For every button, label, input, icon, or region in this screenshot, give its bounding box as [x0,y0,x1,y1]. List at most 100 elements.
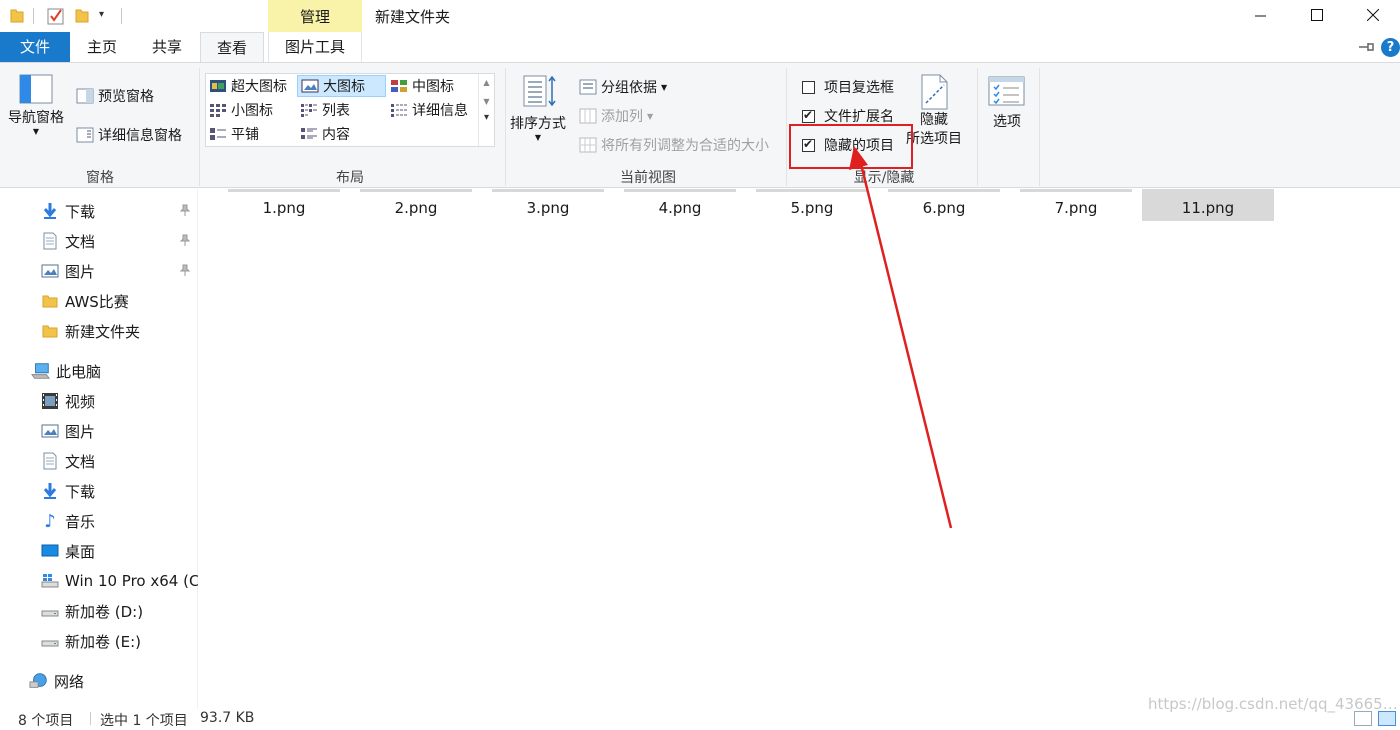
nav-item-this-pc[interactable]: 此电脑 [0,357,198,385]
document-icon [40,232,60,250]
file-item[interactable]: 11.png [1142,189,1274,221]
file-extensions-label: 文件扩展名 [824,109,894,125]
nav-item-quick-3[interactable]: AWS比赛 [0,287,198,315]
extra-large-icons-icon [210,80,226,92]
item-checkboxes-toggle[interactable]: 项目复选框 [802,77,894,97]
divider [33,8,34,24]
tab-share[interactable]: 共享 [137,32,197,62]
list-view-icon [301,104,317,117]
file-item[interactable]: 4.png [614,189,746,221]
chevron-down-icon: ▼ [534,133,542,142]
tab-home[interactable]: 主页 [72,32,132,62]
tab-file[interactable]: 文件 [0,32,70,62]
nav-pane-button[interactable]: 导航窗格 ▼ [8,73,64,136]
nav-item-label: 网络 [54,672,85,691]
nav-item-pc-4[interactable]: ♪ 音乐 [0,507,198,535]
layout-large-icons[interactable]: 大图标 [297,75,386,97]
group-label-current-view: 当前视图 [620,170,676,186]
preview-pane-button[interactable]: 预览窗格 [76,86,154,106]
details-view-icon [391,104,407,117]
maximize-button[interactable] [1294,0,1340,30]
large-icons-view-toggle-icon[interactable] [1378,711,1396,726]
size-columns-icon [579,137,597,153]
nav-item-pc-0[interactable]: 视频 [0,387,198,415]
item-checkboxes-checkbox[interactable] [802,80,815,94]
layout-small-icons[interactable]: 小图标 [206,99,296,121]
details-pane-icon [76,127,94,143]
sort-by-button[interactable]: 排序方式 ▼ [510,73,566,142]
scroll-down-icon[interactable]: ▼ [479,97,494,106]
file-item[interactable]: 5.png [746,189,878,221]
group-label-layout: 布局 [336,170,364,186]
tab-manage[interactable]: 管理 [268,0,362,32]
close-button[interactable] [1350,0,1396,30]
group-label-show-hide: 显示/隐藏 [853,170,915,186]
nav-item-pc-2[interactable]: 文档 [0,447,198,475]
layout-details[interactable]: 详细信息 [387,99,477,121]
nav-item-label: 文档 [65,232,96,251]
nav-item-pc-5[interactable]: 桌面 [0,537,198,565]
add-column-label: 添加列 [601,109,643,125]
nav-item-network[interactable]: 网络 [0,667,198,695]
folder-icon[interactable] [10,7,24,27]
properties-checkmark-icon[interactable] [47,7,65,29]
group-divider [786,68,787,186]
nav-item-quick-4[interactable]: 新建文件夹 [0,317,198,345]
nav-item-pc-3[interactable]: 下载 [0,477,198,505]
content-view-icon [301,128,317,139]
gallery-expand-icon[interactable]: ▾ [479,112,494,123]
ribbon: 导航窗格 ▼ 预览窗格 详细信息窗格 窗格 超大图标 大图标 中图标 小图标 列… [0,62,1400,188]
minimize-button[interactable] [1238,0,1284,30]
layout-medium-icons[interactable]: 中图标 [387,75,477,97]
file-item[interactable]: 7.png [1010,189,1142,221]
file-extensions-toggle[interactable]: 文件扩展名 [802,106,894,126]
tab-picture-tools[interactable]: 图片工具 [268,32,362,62]
details-pane-button[interactable]: 详细信息窗格 [76,125,182,145]
item-count: 8 个项目 [18,713,74,729]
nav-item-quick-0[interactable]: 下载 [0,197,198,225]
nav-item-pc-7[interactable]: 新加卷 (D:) [0,597,198,625]
layout-list[interactable]: 列表 [297,99,386,121]
ribbon-tab-row: 文件 主页 共享 查看 图片工具 ? [0,32,1400,63]
file-name: 3.png [526,199,570,217]
hide-selected-button[interactable]: 隐藏 所选项目 [906,73,962,149]
tab-view[interactable]: 查看 [200,32,264,63]
group-by-label: 分组依据 [601,80,657,96]
scroll-up-icon[interactable]: ▲ [479,78,494,87]
nav-item-pc-1[interactable]: 图片 [0,417,198,445]
file-item[interactable]: 6.png [878,189,1010,221]
file-item[interactable]: 3.png [482,189,614,221]
group-by-button[interactable]: 分组依据 ▼ [579,77,667,97]
nav-item-quick-1[interactable]: 文档 [0,227,198,255]
layout-tiles[interactable]: 平铺 [206,123,296,145]
gallery-scrollbar[interactable]: ▲ ▼ ▾ [478,74,494,146]
file-extensions-checkbox[interactable] [802,108,815,123]
size-columns-button[interactable]: 将所有列调整为合适的大小 [579,135,769,155]
layout-label: 详细信息 [412,103,468,119]
details-view-toggle-icon[interactable] [1354,711,1372,726]
add-column-icon [579,108,597,124]
windows-drive-icon [40,572,60,590]
navigation-pane: 下载 文档 图片 AWS比赛 新建文件夹 此电脑 视频 图片 文档 下载 ♪ 音乐 桌面 Win 10 P… [0,189,198,709]
nav-item-pc-8[interactable]: 新加卷 (E:) [0,627,198,655]
file-item[interactable]: 2.png [350,189,482,221]
nav-item-quick-2[interactable]: 图片 [0,257,198,285]
pictures-icon [40,422,60,440]
download-arrow-icon [40,202,60,220]
layout-content[interactable]: 内容 [297,123,386,145]
nav-item-label: 音乐 [65,512,96,531]
file-name: 5.png [790,199,834,217]
pin-icon [179,232,191,250]
add-column-button[interactable]: 添加列 ▼ [579,106,653,126]
nav-item-label: AWS比赛 [65,292,129,311]
options-button[interactable]: 选项 [988,75,1026,131]
nav-item-pc-6[interactable]: Win 10 Pro x64 (C: [0,567,198,595]
file-item[interactable]: 1.png [218,189,350,221]
layout-extra-large-icons[interactable]: 超大图标 [206,75,296,97]
pin-ribbon-icon[interactable] [1358,40,1376,58]
folder-options-icon [988,76,1025,106]
preview-pane-label: 预览窗格 [98,89,154,105]
customize-quick-access-icon[interactable]: ▾ [99,9,104,20]
new-folder-icon[interactable] [75,7,89,27]
help-icon[interactable]: ? [1381,38,1400,57]
